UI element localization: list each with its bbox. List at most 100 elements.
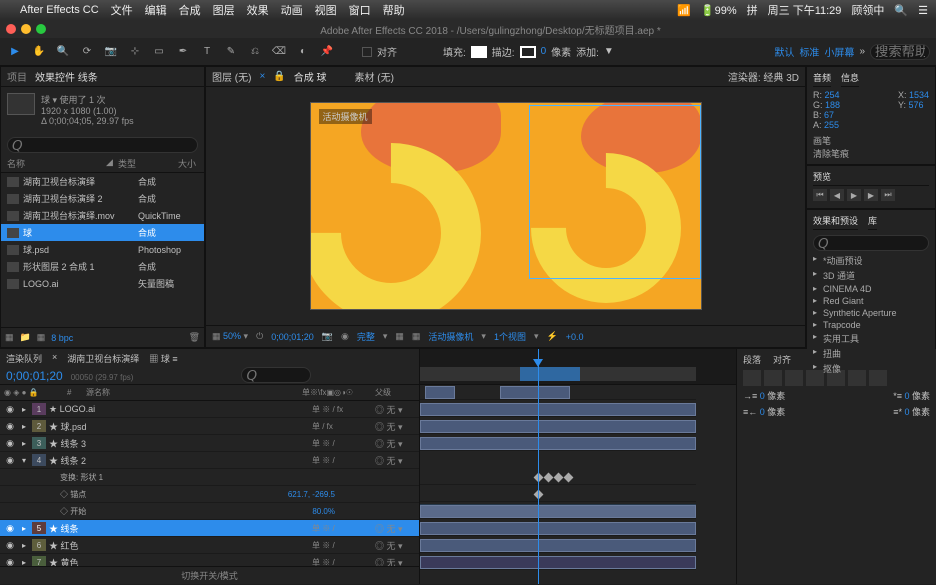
timeline-search[interactable]: [241, 367, 311, 383]
layer-row[interactable]: ◉▸1★ LOGO.ai单 ※ / fx◎ 无 ▾: [0, 401, 419, 418]
shape-tool-icon[interactable]: ▭: [150, 43, 168, 61]
panel-paragraph[interactable]: 段落: [743, 353, 761, 366]
project-item[interactable]: 形状图层 2 合成 1合成: [1, 258, 204, 275]
snapshot-icon[interactable]: 📷: [322, 331, 333, 342]
user[interactable]: 顾领中: [851, 2, 884, 18]
battery-icon[interactable]: 🔋99%: [701, 4, 737, 17]
effect-category[interactable]: 抠像: [813, 361, 929, 376]
tab-effect-controls[interactable]: 效果控件 线条: [35, 69, 98, 84]
menu-animation[interactable]: 动画: [281, 2, 303, 18]
min-btn[interactable]: [21, 24, 31, 34]
col-source[interactable]: 源名称: [86, 387, 299, 398]
camera-tool-icon[interactable]: 📷: [102, 43, 120, 61]
align-left-btn[interactable]: [743, 370, 761, 386]
search-icon[interactable]: 🔍: [894, 4, 908, 17]
wifi-icon[interactable]: 📶: [677, 4, 691, 17]
views-dropdown[interactable]: 1个视图: [494, 330, 526, 343]
comp-viewer[interactable]: 活动摄像机: [206, 87, 805, 325]
align-right-btn[interactable]: [785, 370, 803, 386]
effect-category[interactable]: CINEMA 4D: [813, 283, 929, 295]
add-dropdown-icon[interactable]: ▼: [604, 46, 614, 57]
max-btn[interactable]: [36, 24, 46, 34]
res-toggle-icon[interactable]: ⏻: [256, 331, 263, 342]
exposure[interactable]: +0.0: [566, 332, 584, 342]
menu-edit[interactable]: 编辑: [145, 2, 167, 18]
tracks-area[interactable]: [420, 385, 736, 584]
rotate-tool-icon[interactable]: ⟳: [78, 43, 96, 61]
camera-dropdown[interactable]: 活动摄像机: [428, 330, 473, 343]
fill-swatch[interactable]: [471, 46, 487, 58]
property-row[interactable]: ◇ 开始80.0%: [0, 503, 419, 520]
trash-icon[interactable]: 🗑: [189, 332, 200, 343]
layer-viewer-tab[interactable]: 图层 (无): [212, 69, 251, 84]
effect-category[interactable]: 扭曲: [813, 346, 929, 361]
panel-align[interactable]: 对齐: [773, 353, 791, 366]
effect-category[interactable]: 实用工具: [813, 331, 929, 346]
pen-tool-icon[interactable]: ✒: [174, 43, 192, 61]
interpret-icon[interactable]: ▦: [5, 332, 14, 343]
renderer[interactable]: 渲染器: 经典 3D: [728, 69, 799, 84]
project-item[interactable]: 湖南卫视台标演绎.movQuickTime: [1, 207, 204, 224]
property-row[interactable]: 变换: 形状 1: [0, 469, 419, 486]
layer-row[interactable]: ◉▸7★ 黄色单 ※ /◎ 无 ▾: [0, 554, 419, 566]
app-name[interactable]: After Effects CC: [20, 4, 99, 16]
hand-tool-icon[interactable]: ✋: [30, 43, 48, 61]
effect-category[interactable]: 3D 通道: [813, 268, 929, 283]
timeline-time[interactable]: 0;00;01;20: [6, 369, 63, 383]
current-time-indicator[interactable]: [538, 349, 539, 584]
comp-tab[interactable]: 合成 球: [294, 69, 327, 84]
first-frame-btn[interactable]: ⏮: [813, 189, 827, 201]
new-comp-icon[interactable]: ▦: [37, 332, 46, 343]
effect-category[interactable]: Trapcode: [813, 319, 929, 331]
footage-tab[interactable]: 素材 (无): [355, 69, 394, 84]
anchor-tool-icon[interactable]: ⊹: [126, 43, 144, 61]
roi-icon[interactable]: ▦: [395, 331, 404, 342]
workspace-default[interactable]: 默认: [774, 44, 794, 59]
menu-view[interactable]: 视图: [315, 2, 337, 18]
menu-window[interactable]: 窗口: [349, 2, 371, 18]
eraser-tool-icon[interactable]: ⌫: [270, 43, 288, 61]
panel-audio[interactable]: 音频: [813, 71, 831, 87]
puppet-tool-icon[interactable]: 📌: [318, 43, 336, 61]
project-item[interactable]: LOGO.ai矢量图稿: [1, 275, 204, 292]
project-item[interactable]: 球.psdPhotoshop: [1, 241, 204, 258]
col-name[interactable]: 名称: [7, 157, 106, 170]
align-center-btn[interactable]: [764, 370, 782, 386]
menu-comp[interactable]: 合成: [179, 2, 201, 18]
close-btn[interactable]: [6, 24, 16, 34]
layer-row[interactable]: ◉▸6★ 红色单 ※ /◎ 无 ▾: [0, 537, 419, 554]
menu-effect[interactable]: 效果: [247, 2, 269, 18]
project-item[interactable]: 湖南卫视台标演绎 2合成: [1, 190, 204, 207]
effect-category[interactable]: *动画预设: [813, 253, 929, 268]
panel-lib[interactable]: 库: [868, 214, 877, 230]
viewer-time[interactable]: 0;00;01;20: [271, 332, 314, 342]
panel-preview[interactable]: 预览: [813, 170, 929, 186]
time-ruler[interactable]: [420, 349, 736, 385]
layer-row[interactable]: ◉▸3★ 线条 3单 ※ /◎ 无 ▾: [0, 435, 419, 452]
type-tool-icon[interactable]: T: [198, 43, 216, 61]
menu-help[interactable]: 帮助: [383, 2, 405, 18]
brush-tool-icon[interactable]: ✎: [222, 43, 240, 61]
prev-frame-btn[interactable]: ◀: [830, 189, 844, 201]
panel-info[interactable]: 信息: [841, 71, 859, 87]
ime-icon[interactable]: 拼: [747, 2, 758, 18]
folder-icon[interactable]: 📁: [20, 332, 31, 343]
grid-icon[interactable]: ▦: [412, 331, 421, 342]
workspace-more-icon[interactable]: »: [859, 46, 865, 57]
toggle-switches[interactable]: 切换开关/模式: [181, 569, 238, 582]
project-item[interactable]: 湖南卫视台标演绎合成: [1, 173, 204, 190]
fast-preview-icon[interactable]: ⚡: [546, 331, 557, 342]
layer-row[interactable]: ◉▾4★ 线条 2单 ※ /◎ 无 ▾: [0, 452, 419, 469]
col-size[interactable]: 大小: [178, 157, 198, 170]
work-area[interactable]: [520, 367, 580, 381]
zoom-tool-icon[interactable]: 🔍: [54, 43, 72, 61]
layer-row[interactable]: ◉▸5★ 线条单 ※ /◎ 无 ▾: [0, 520, 419, 537]
effect-category[interactable]: Red Giant: [813, 295, 929, 307]
bpc[interactable]: 8 bpc: [51, 333, 73, 343]
menu-icon[interactable]: ☰: [918, 4, 928, 17]
tab-render-queue[interactable]: 渲染队列: [6, 352, 42, 365]
zoom-dropdown[interactable]: ▦ 50% ▾: [212, 331, 248, 342]
selection-bbox[interactable]: [529, 105, 701, 279]
workspace-small[interactable]: 小屏幕: [824, 44, 854, 59]
snap-checkbox[interactable]: [362, 47, 372, 57]
